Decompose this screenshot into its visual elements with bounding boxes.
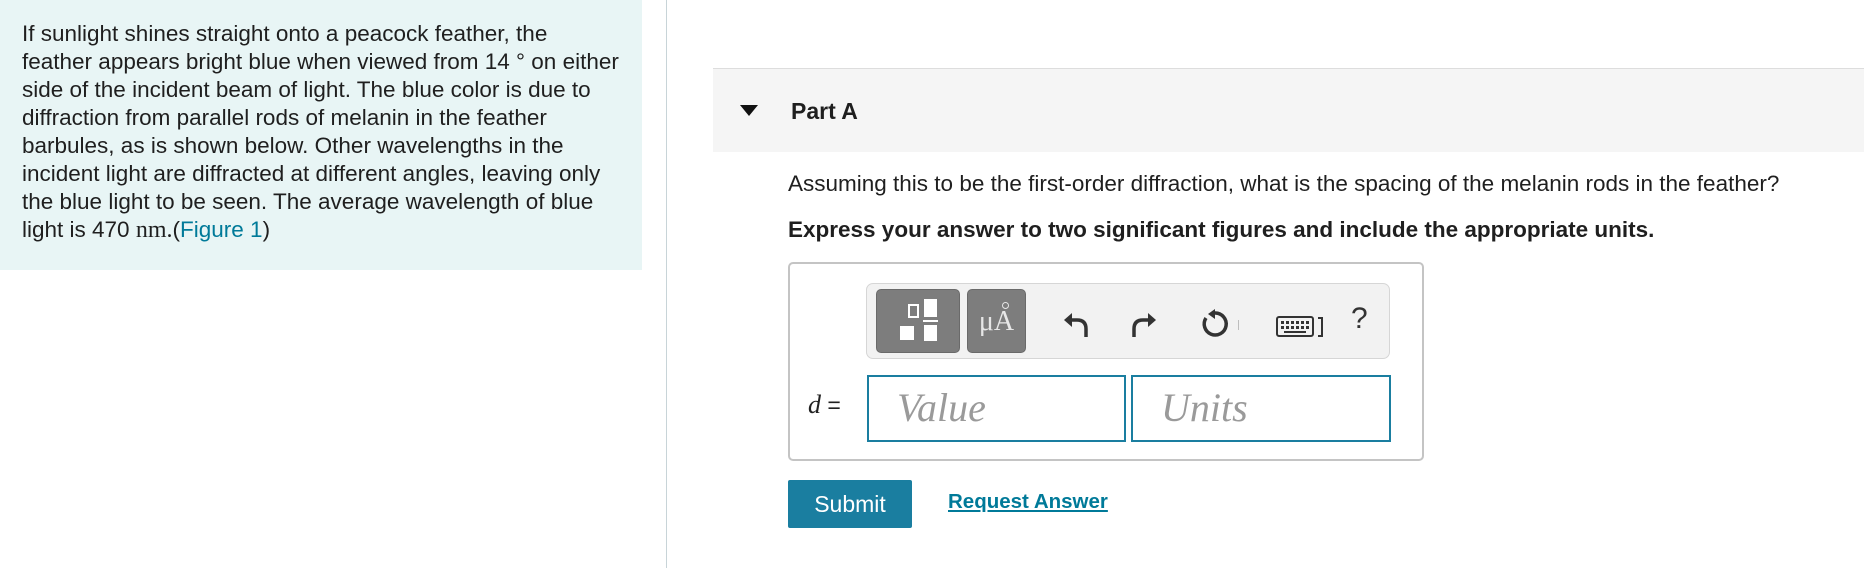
part-title: Part A xyxy=(791,98,858,124)
reset-icon[interactable] xyxy=(1200,309,1230,339)
keyboard-icon[interactable] xyxy=(1276,315,1326,339)
problem-statement-panel: If sunlight shines straight onto a peaco… xyxy=(0,0,642,270)
figure-link[interactable]: Figure 1 xyxy=(180,217,263,242)
figure-open-paren: ( xyxy=(172,217,181,242)
part-a-header[interactable]: Part A xyxy=(713,68,1864,152)
instruction-text: Express your answer to two significant f… xyxy=(788,217,1655,242)
help-button[interactable]: ? xyxy=(1351,302,1368,336)
wavelength-unit: nm xyxy=(135,217,167,243)
units-input[interactable]: Units xyxy=(1131,375,1391,442)
units-button-label: μA xyxy=(978,306,1015,337)
redo-icon[interactable] xyxy=(1130,309,1158,339)
templates-button[interactable] xyxy=(876,289,960,353)
figure-close-paren: ) xyxy=(262,217,271,242)
separator-mark-icon xyxy=(1237,318,1241,332)
problem-text: If sunlight shines straight onto a peaco… xyxy=(22,21,619,242)
submit-button[interactable]: Submit xyxy=(788,480,912,528)
answer-box: μA ? d = Value Units xyxy=(788,262,1424,461)
equals-sign: = xyxy=(827,392,841,418)
variable-label: d = xyxy=(808,390,841,420)
panel-divider xyxy=(666,0,667,568)
question-text: Assuming this to be the first-order diff… xyxy=(788,171,1780,196)
undo-icon[interactable] xyxy=(1062,309,1090,339)
caret-down-icon[interactable] xyxy=(740,105,758,116)
variable-symbol: d xyxy=(808,390,821,419)
math-toolbar: μA ? xyxy=(866,283,1390,359)
value-input[interactable]: Value xyxy=(867,375,1126,442)
request-answer-link[interactable]: Request Answer xyxy=(948,490,1108,514)
units-button[interactable]: μA xyxy=(967,289,1026,353)
